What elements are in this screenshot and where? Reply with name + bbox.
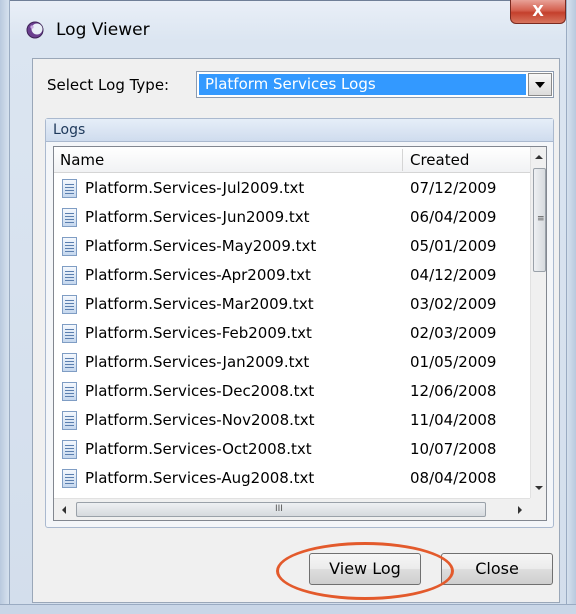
horizontal-scrollbar[interactable]: III [54, 498, 530, 520]
window-right-border [566, 0, 576, 614]
list-item[interactable]: Platform.Services-Jul2009.txt 07/12/2009 [54, 174, 530, 203]
text-file-icon [62, 324, 77, 343]
scroll-up-arrow-icon[interactable] [531, 149, 546, 166]
text-file-icon [62, 266, 77, 285]
text-file-icon [62, 440, 77, 459]
log-file-name: Platform.Services-Apr2009.txt [85, 266, 311, 284]
log-file-created: 11/04/2008 [410, 411, 497, 429]
logs-list[interactable]: Name Created Platform.Services-Jul2009.t… [53, 146, 547, 521]
text-file-icon [62, 411, 77, 430]
log-file-created: 12/06/2008 [410, 382, 497, 400]
log-file-name: Platform.Services-Mar2009.txt [85, 295, 314, 313]
chevron-down-icon[interactable] [528, 73, 552, 96]
logs-group: Logs Name Created Platform.Services-Jul2… [45, 118, 554, 528]
log-file-created: 05/01/2009 [410, 237, 497, 255]
list-item[interactable]: Platform.Services-Jun2009.txt 06/04/2009 [54, 203, 530, 232]
close-button[interactable]: Close [441, 553, 553, 585]
log-file-created: 06/04/2009 [410, 208, 497, 226]
window-left-border [0, 0, 10, 614]
text-file-icon [62, 237, 77, 256]
log-type-select[interactable]: Platform Services Logs [196, 71, 554, 98]
log-file-name: Platform.Services-Jun2009.txt [85, 208, 310, 226]
log-rows: Platform.Services-Jul2009.txt 07/12/2009… [54, 174, 530, 493]
scroll-left-arrow-icon[interactable] [56, 499, 74, 520]
scroll-right-arrow-icon[interactable] [510, 499, 528, 520]
list-item[interactable]: Platform.Services-Apr2009.txt 04/12/2009 [54, 261, 530, 290]
text-file-icon [62, 469, 77, 488]
scroll-corner [530, 498, 546, 520]
column-divider[interactable] [402, 149, 403, 171]
highlight-annotation-ring [276, 542, 454, 600]
log-file-name: Platform.Services-Jan2009.txt [85, 353, 310, 371]
scroll-down-arrow-icon[interactable] [531, 479, 546, 496]
log-file-created: 01/05/2009 [410, 353, 497, 371]
log-file-created: 08/04/2008 [410, 469, 497, 487]
log-file-name: Platform.Services-Aug2008.txt [85, 469, 315, 487]
logs-group-header: Logs [46, 119, 553, 142]
list-item[interactable]: Platform.Services-May2009.txt 05/01/2009 [54, 232, 530, 261]
list-item[interactable]: Platform.Services-Mar2009.txt 03/02/2009 [54, 290, 530, 319]
list-item[interactable]: Platform.Services-Jan2009.txt 01/05/2009 [54, 348, 530, 377]
log-file-name: Platform.Services-Jul2009.txt [85, 179, 305, 197]
log-file-created: 07/12/2009 [410, 179, 497, 197]
app-icon [26, 21, 44, 39]
log-type-label: Select Log Type: [47, 76, 170, 94]
grip-icon: ≡ [537, 214, 545, 224]
log-file-name: Platform.Services-Feb2009.txt [85, 324, 312, 342]
list-column-header: Name Created [54, 147, 530, 173]
window-title: Log Viewer [56, 20, 150, 40]
text-file-icon [62, 353, 77, 372]
column-header-name[interactable]: Name [60, 151, 104, 169]
grip-icon: III [275, 504, 283, 514]
horizontal-scroll-thumb[interactable]: III [76, 502, 486, 517]
list-item[interactable]: Platform.Services-Dec2008.txt 12/06/2008 [54, 377, 530, 406]
text-file-icon [62, 295, 77, 314]
list-item[interactable]: Platform.Services-Feb2009.txt 02/03/2009 [54, 319, 530, 348]
title-bar[interactable]: Log Viewer X [10, 0, 566, 58]
text-file-icon [62, 208, 77, 227]
text-file-icon [62, 382, 77, 401]
log-file-name: Platform.Services-May2009.txt [85, 237, 317, 255]
vertical-scrollbar[interactable]: ≡ [530, 147, 546, 498]
column-header-created[interactable]: Created [410, 151, 469, 169]
close-window-button[interactable]: X [510, 0, 566, 24]
log-file-created: 02/03/2009 [410, 324, 497, 342]
window-bottom-border [0, 604, 576, 614]
list-item[interactable]: Platform.Services-Aug2008.txt 08/04/2008 [54, 464, 530, 493]
log-file-name: Platform.Services-Dec2008.txt [85, 382, 315, 400]
text-file-icon [62, 179, 77, 198]
log-file-name: Platform.Services-Nov2008.txt [85, 411, 315, 429]
log-type-selected-value: Platform Services Logs [199, 74, 526, 95]
list-item[interactable]: Platform.Services-Oct2008.txt 10/07/2008 [54, 435, 530, 464]
vertical-scroll-thumb[interactable]: ≡ [533, 168, 546, 272]
log-file-name: Platform.Services-Oct2008.txt [85, 440, 312, 458]
log-file-created: 10/07/2008 [410, 440, 497, 458]
log-file-created: 03/02/2009 [410, 295, 497, 313]
logs-group-title: Logs [53, 122, 86, 138]
list-item[interactable]: Platform.Services-Nov2008.txt 11/04/2008 [54, 406, 530, 435]
log-file-created: 04/12/2009 [410, 266, 497, 284]
